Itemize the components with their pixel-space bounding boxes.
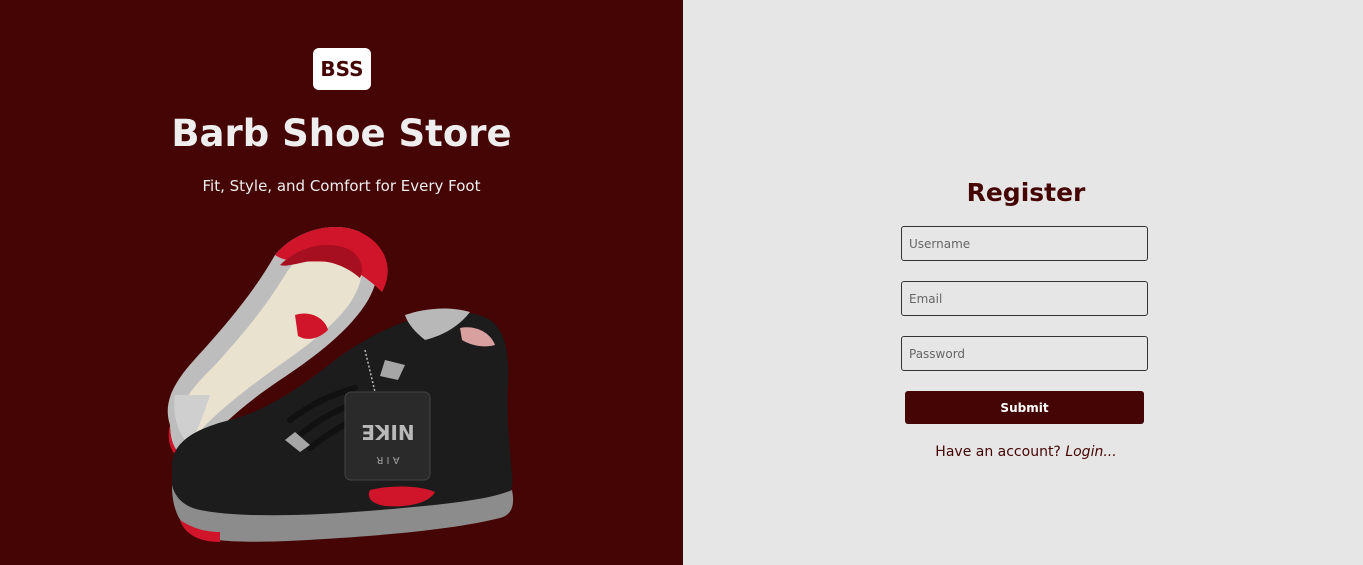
register-panel: Register Submit Have an account? Login..… <box>683 0 1363 565</box>
store-logo: BSS <box>313 48 371 90</box>
login-link[interactable]: Login... <box>1065 444 1116 460</box>
register-page: BSS Barb Shoe Store Fit, Style, and Comf… <box>0 0 1363 565</box>
username-input[interactable] <box>901 226 1148 261</box>
svg-text:NIKE: NIKE <box>361 420 414 444</box>
password-input[interactable] <box>901 336 1148 371</box>
store-title: Barb Shoe Store <box>171 112 512 155</box>
email-input[interactable] <box>901 281 1148 316</box>
account-prompt-text: Have an account? <box>935 444 1061 460</box>
register-form: Register Submit Have an account? Login..… <box>901 175 1151 460</box>
login-prompt: Have an account? Login... <box>901 444 1151 460</box>
store-tagline: Fit, Style, and Comfort for Every Foot <box>202 177 481 195</box>
svg-text:A I R: A I R <box>376 454 399 465</box>
brand-panel: BSS Barb Shoe Store Fit, Style, and Comf… <box>0 0 683 565</box>
submit-button[interactable]: Submit <box>905 391 1144 424</box>
sneaker-image: NIKE A I R <box>167 226 514 542</box>
register-title: Register <box>966 178 1086 207</box>
